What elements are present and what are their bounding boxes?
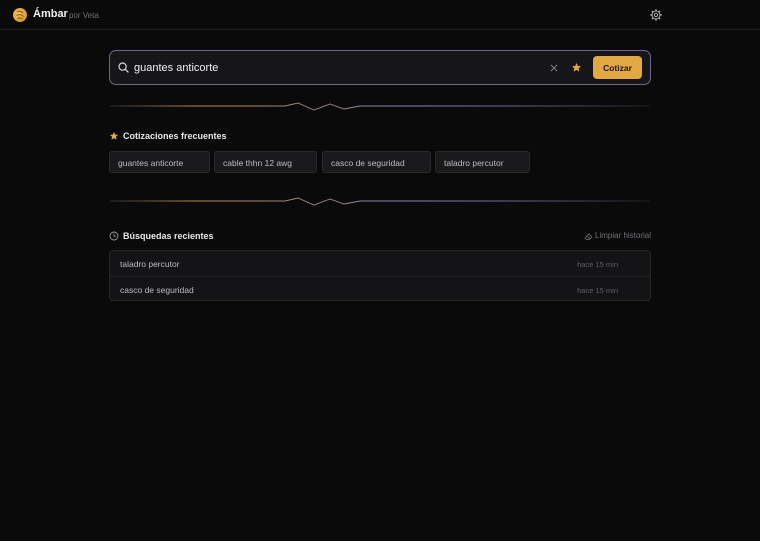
recent-time: hace 15 min xyxy=(577,259,618,269)
close-icon[interactable] xyxy=(550,64,558,72)
app-name: Ámbar xyxy=(33,8,68,20)
recent-query: taladro percutor xyxy=(120,259,180,269)
clear-history-label: Limpiar historial xyxy=(595,231,652,240)
search-input[interactable] xyxy=(134,59,534,77)
clock-icon xyxy=(109,231,119,241)
frequent-chip[interactable]: casco de seguridad xyxy=(322,151,431,173)
search-icon xyxy=(118,62,129,73)
amber-logo-icon xyxy=(13,8,27,22)
gear-icon[interactable] xyxy=(650,9,662,21)
frequent-chip[interactable]: guantes anticorte xyxy=(109,151,210,173)
frequent-title: Cotizaciones frecuentes xyxy=(123,131,227,141)
list-item[interactable]: casco de seguridad hace 15 min xyxy=(110,276,650,300)
top-bar: Ámbar por Veta xyxy=(0,0,760,30)
star-icon[interactable] xyxy=(571,62,582,73)
recent-query: casco de seguridad xyxy=(120,285,194,295)
list-item[interactable]: taladro percutor hace 15 min xyxy=(110,251,650,276)
recent-list: taladro percutor hace 15 min casco de se… xyxy=(109,250,651,301)
eraser-icon xyxy=(584,233,593,240)
recent-time: hace 15 min xyxy=(577,285,618,295)
search-bar: Cotizar xyxy=(109,50,651,85)
quote-button[interactable]: Cotizar xyxy=(593,56,642,79)
divider-wave xyxy=(110,102,650,111)
frequent-chip[interactable]: cable thhn 12 awg xyxy=(214,151,317,173)
recent-title: Búsquedas recientes xyxy=(123,231,214,241)
frequent-chip[interactable]: taladro percutor xyxy=(435,151,530,173)
star-icon xyxy=(109,131,119,140)
divider-wave xyxy=(110,197,650,206)
app-byline: por Veta xyxy=(69,11,99,20)
